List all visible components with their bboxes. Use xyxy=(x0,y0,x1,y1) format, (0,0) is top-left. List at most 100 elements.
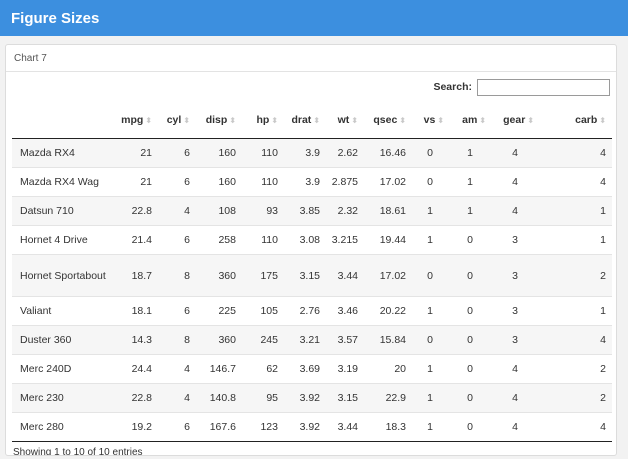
cell-qsec: 16.46 xyxy=(364,138,412,168)
cell-disp: 160 xyxy=(196,167,242,197)
header-am[interactable]: am ⬍ xyxy=(450,102,492,139)
row-name-cell: Merc 280 xyxy=(12,412,116,442)
cell-am: 1 xyxy=(450,167,492,197)
cell-carb: 4 xyxy=(540,412,612,442)
cell-qsec: 18.61 xyxy=(364,196,412,226)
cell-mpg: 21 xyxy=(116,138,158,168)
cell-drat: 3.21 xyxy=(284,325,326,355)
cell-disp: 258 xyxy=(196,225,242,255)
cell-vs: 0 xyxy=(412,325,450,355)
cell-carb: 2 xyxy=(540,354,612,384)
cell-hp: 110 xyxy=(242,167,284,197)
header-vs[interactable]: vs ⬍ xyxy=(412,102,450,139)
row-name-cell: Datsun 710 xyxy=(12,196,116,226)
header-qsec[interactable]: qsec ⬍ xyxy=(364,102,412,139)
sort-icon[interactable]: ⬍ xyxy=(313,116,320,125)
cell-drat: 2.76 xyxy=(284,296,326,326)
sort-icon[interactable]: ⬍ xyxy=(183,116,190,125)
sort-icon[interactable]: ⬍ xyxy=(271,116,278,125)
column-label: disp xyxy=(205,114,228,126)
cell-carb: 4 xyxy=(540,167,612,197)
cell-vs: 1 xyxy=(412,412,450,442)
cell-disp: 146.7 xyxy=(196,354,242,384)
cell-drat: 3.85 xyxy=(284,196,326,226)
cell-carb: 1 xyxy=(540,225,612,255)
table-row: Merc 280 19.2 6 167.6 123 3.92 3.44 18.3 1 0 4 4 xyxy=(12,412,612,442)
table-row: Merc 240D 24.4 4 146.7 62 3.69 3.19 20 1 0 4 2 xyxy=(12,354,612,384)
table-row: Mazda RX4 Wag 21 6 160 110 3.9 2.875 17.02 0 1 4 4 xyxy=(12,167,612,197)
header-carb[interactable]: carb ⬍ xyxy=(540,102,612,139)
sort-icon[interactable]: ⬍ xyxy=(599,116,606,125)
cell-wt: 3.19 xyxy=(326,354,364,384)
cell-qsec: 15.84 xyxy=(364,325,412,355)
header-cyl[interactable]: cyl ⬍ xyxy=(158,102,196,139)
header-drat[interactable]: drat ⬍ xyxy=(284,102,326,139)
cell-hp: 105 xyxy=(242,296,284,326)
cell-disp: 108 xyxy=(196,196,242,226)
cell-disp: 140.8 xyxy=(196,383,242,413)
cell-disp: 167.6 xyxy=(196,412,242,442)
cell-gear: 3 xyxy=(492,225,540,255)
cell-mpg: 19.2 xyxy=(116,412,158,442)
row-name-cell: Mazda RX4 xyxy=(12,138,116,168)
sort-icon[interactable]: ⬍ xyxy=(351,116,358,125)
header-disp[interactable]: disp ⬍ xyxy=(196,102,242,139)
cell-carb: 2 xyxy=(540,383,612,413)
cell-qsec: 17.02 xyxy=(364,167,412,197)
cell-wt: 3.46 xyxy=(326,296,364,326)
sort-icon[interactable]: ⬍ xyxy=(479,116,486,125)
header-row: mpg ⬍ cyl ⬍ disp ⬍ hp ⬍ drat ⬍ wt ⬍ qsec ⬍ vs ⬍ am ⬍ gear ⬍… xyxy=(12,102,612,139)
cell-am: 0 xyxy=(450,296,492,326)
cell-vs: 1 xyxy=(412,196,450,226)
card-header: Chart 7 xyxy=(6,45,616,72)
cell-wt: 3.44 xyxy=(326,254,364,297)
cell-gear: 4 xyxy=(492,138,540,168)
row-name-cell: Merc 240D xyxy=(12,354,116,384)
cell-gear: 3 xyxy=(492,254,540,297)
cell-wt: 3.44 xyxy=(326,412,364,442)
sort-icon[interactable]: ⬍ xyxy=(145,116,152,125)
table-row: Hornet 4 Drive 21.4 6 258 110 3.08 3.215 19.44 1… xyxy=(12,225,612,255)
cell-hp: 62 xyxy=(242,354,284,384)
cell-cyl: 6 xyxy=(158,167,196,197)
cell-vs: 1 xyxy=(412,225,450,255)
sort-icon[interactable]: ⬍ xyxy=(437,116,444,125)
cell-vs: 0 xyxy=(412,138,450,168)
cell-mpg: 21.4 xyxy=(116,225,158,255)
cell-gear: 4 xyxy=(492,196,540,226)
header-mpg[interactable]: mpg ⬍ xyxy=(116,102,158,139)
cell-disp: 160 xyxy=(196,138,242,168)
cell-qsec: 18.3 xyxy=(364,412,412,442)
cell-am: 0 xyxy=(450,412,492,442)
header-rownames xyxy=(12,102,116,139)
cell-qsec: 19.44 xyxy=(364,225,412,255)
table-row: Mazda RX4 21 6 160 110 3.9 2.62 16.46 0 1 4 4 xyxy=(12,138,612,168)
table-row: Hornet Sportabout 18.7 8 360 175 3.15 3.44 17.0… xyxy=(12,254,612,297)
table-row: Valiant 18.1 6 225 105 2.76 3.46 20.22 1 0 3 1 xyxy=(12,296,612,326)
header-gear[interactable]: gear ⬍ xyxy=(492,102,540,139)
column-label: gear xyxy=(503,114,526,126)
header-wt[interactable]: wt ⬍ xyxy=(326,102,364,139)
column-label: mpg xyxy=(121,114,144,126)
cell-wt: 3.57 xyxy=(326,325,364,355)
cell-qsec: 20 xyxy=(364,354,412,384)
column-label: hp xyxy=(256,114,270,126)
cell-mpg: 14.3 xyxy=(116,325,158,355)
cell-carb: 1 xyxy=(540,296,612,326)
sort-icon[interactable]: ⬍ xyxy=(527,116,534,125)
cell-mpg: 21 xyxy=(116,167,158,197)
cell-disp: 360 xyxy=(196,254,242,297)
column-label: drat xyxy=(291,114,312,126)
cell-carb: 4 xyxy=(540,325,612,355)
header-hp[interactable]: hp ⬍ xyxy=(242,102,284,139)
sort-icon[interactable]: ⬍ xyxy=(229,116,236,125)
cell-hp: 123 xyxy=(242,412,284,442)
column-label: am xyxy=(462,114,478,126)
search-input[interactable] xyxy=(477,78,610,96)
cell-am: 1 xyxy=(450,138,492,168)
cell-gear: 4 xyxy=(492,412,540,442)
sort-icon[interactable]: ⬍ xyxy=(399,116,406,125)
table-row: Duster 360 14.3 8 360 245 3.21 3.57 15.84 0 0 3 4 xyxy=(12,325,612,355)
column-label: wt xyxy=(337,114,350,126)
cell-cyl: 8 xyxy=(158,325,196,355)
